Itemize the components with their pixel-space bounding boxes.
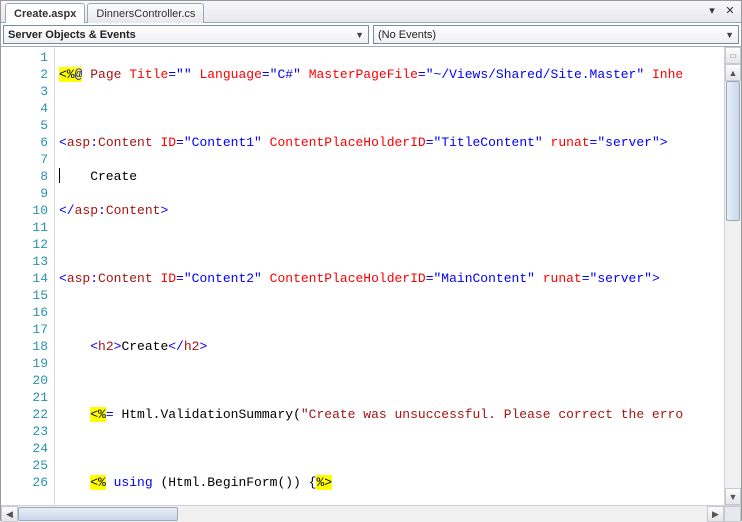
- dropdown-label: Server Objects & Events: [8, 29, 136, 41]
- code-line: <asp:Content ID="Content1" ContentPlaceH…: [59, 134, 724, 151]
- line-number: 5: [1, 117, 48, 134]
- line-number: 22: [1, 406, 48, 423]
- line-number: 15: [1, 287, 48, 304]
- line-number: 21: [1, 389, 48, 406]
- line-number: 13: [1, 253, 48, 270]
- window-controls: ▾ ✕: [705, 3, 737, 17]
- window-menu-icon[interactable]: ▾: [705, 3, 719, 17]
- line-number: 6: [1, 134, 48, 151]
- size-grip-icon: [724, 506, 741, 522]
- tab-create-aspx[interactable]: Create.aspx: [5, 3, 85, 23]
- line-number: 25: [1, 457, 48, 474]
- line-number: 4: [1, 100, 48, 117]
- scroll-track[interactable]: [18, 506, 707, 522]
- code-line: <h2>Create</h2>: [59, 338, 724, 355]
- line-number: 19: [1, 355, 48, 372]
- code-line: <asp:Content ID="Content2" ContentPlaceH…: [59, 270, 724, 287]
- line-number: 12: [1, 236, 48, 253]
- text-cursor: [59, 168, 60, 183]
- scroll-up-icon[interactable]: ▲: [725, 64, 741, 81]
- code-editor: 1 2 3 4 5 6 7 8 9 10 11 12 13 14 15 16 1…: [1, 47, 741, 505]
- line-number: 14: [1, 270, 48, 287]
- line-number: 9: [1, 185, 48, 202]
- scroll-down-icon[interactable]: ▼: [725, 488, 741, 505]
- code-line: Create: [59, 168, 724, 185]
- document-tab-bar: Create.aspx DinnersController.cs ▾ ✕: [1, 1, 741, 23]
- code-line: </asp:Content>: [59, 202, 724, 219]
- chevron-down-icon: ▼: [355, 30, 364, 40]
- line-number: 23: [1, 423, 48, 440]
- chevron-down-icon: ▼: [725, 30, 734, 40]
- line-number-gutter: 1 2 3 4 5 6 7 8 9 10 11 12 13 14 15 16 1…: [1, 47, 55, 505]
- line-number: 2: [1, 66, 48, 83]
- line-number: 1: [1, 49, 48, 66]
- scroll-left-icon[interactable]: ◀: [1, 506, 18, 522]
- code-area[interactable]: <%@ Page Title="" Language="C#" MasterPa…: [55, 47, 724, 505]
- close-icon[interactable]: ✕: [723, 3, 737, 17]
- horizontal-scrollbar[interactable]: ◀ ▶: [1, 505, 741, 522]
- line-number: 18: [1, 338, 48, 355]
- code-line: [59, 100, 724, 117]
- line-number: 17: [1, 321, 48, 338]
- line-number: 16: [1, 304, 48, 321]
- line-number: 10: [1, 202, 48, 219]
- code-line: [59, 236, 724, 253]
- line-number: 20: [1, 372, 48, 389]
- tab-label: Create.aspx: [14, 8, 76, 20]
- code-line: <% using (Html.BeginForm()) {%>: [59, 474, 724, 491]
- line-number: 7: [1, 151, 48, 168]
- line-number: 8: [1, 168, 48, 185]
- code-line: [59, 372, 724, 389]
- dropdown-label: (No Events): [378, 29, 436, 41]
- code-line: [59, 440, 724, 457]
- line-number: 24: [1, 440, 48, 457]
- scroll-thumb[interactable]: [726, 81, 740, 221]
- code-line: <%= Html.ValidationSummary("Create was u…: [59, 406, 724, 423]
- scroll-right-icon[interactable]: ▶: [707, 506, 724, 522]
- scroll-track[interactable]: [725, 81, 741, 488]
- line-number: 3: [1, 83, 48, 100]
- objects-dropdown[interactable]: Server Objects & Events ▼: [3, 25, 369, 44]
- code-line: [59, 304, 724, 321]
- tab-label: DinnersController.cs: [96, 8, 195, 20]
- events-dropdown[interactable]: (No Events) ▼: [373, 25, 739, 44]
- split-handle-icon[interactable]: ▭: [725, 47, 741, 64]
- code-line: <%@ Page Title="" Language="C#" MasterPa…: [59, 66, 724, 83]
- line-number: 26: [1, 474, 48, 491]
- vertical-scrollbar[interactable]: ▭ ▲ ▼: [724, 47, 741, 505]
- navigation-bar: Server Objects & Events ▼ (No Events) ▼: [1, 23, 741, 47]
- line-number: 11: [1, 219, 48, 236]
- tab-dinnerscontroller[interactable]: DinnersController.cs: [87, 3, 204, 23]
- scroll-thumb[interactable]: [18, 507, 178, 521]
